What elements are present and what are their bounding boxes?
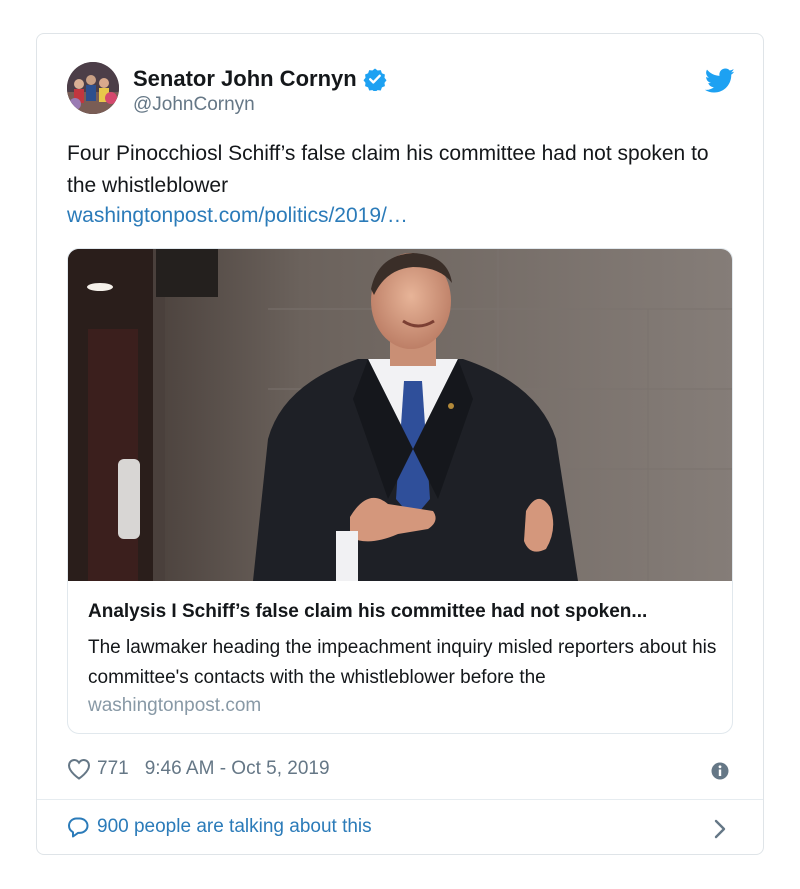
author-name[interactable]: Senator John Cornyn [133, 66, 357, 92]
info-icon[interactable] [711, 762, 729, 780]
tweet-meta: 771 9:46 AM - Oct 5, 2019 [67, 758, 330, 780]
author-name-row: Senator John Cornyn [133, 66, 387, 92]
tweet-timestamp[interactable]: 9:46 AM - Oct 5, 2019 [145, 758, 330, 780]
like-count[interactable]: 771 [97, 758, 129, 780]
chevron-right-icon[interactable] [713, 818, 727, 840]
heart-icon[interactable] [67, 758, 91, 780]
author-handle[interactable]: @JohnCornyn [133, 94, 255, 116]
tweet-embed: Senator John Cornyn @JohnCornyn Four Pin… [36, 33, 764, 855]
tweet-link[interactable]: washingtonpost.com/politics/2019/… [67, 204, 408, 228]
author-avatar[interactable] [67, 62, 119, 114]
card-domain: washingtonpost.com [88, 695, 262, 716]
card-description: The lawmaker heading the impeachment inq… [88, 637, 717, 688]
conversation-link[interactable]: 900 people are talking about this [67, 816, 372, 838]
article-photo [68, 249, 732, 581]
speech-bubble-icon [68, 817, 89, 838]
verified-badge-icon [363, 68, 387, 91]
tweet-text: Four Pinocchiosl Schiff’s false claim hi… [67, 142, 709, 197]
conversation-text: 900 people are talking about this [97, 816, 372, 837]
divider [37, 799, 763, 800]
twitter-bird-icon[interactable] [705, 68, 735, 94]
link-preview-card[interactable]: Analysis I Schiff’s false claim his comm… [67, 248, 733, 734]
card-title[interactable]: Analysis I Schiff’s false claim his comm… [88, 601, 718, 623]
